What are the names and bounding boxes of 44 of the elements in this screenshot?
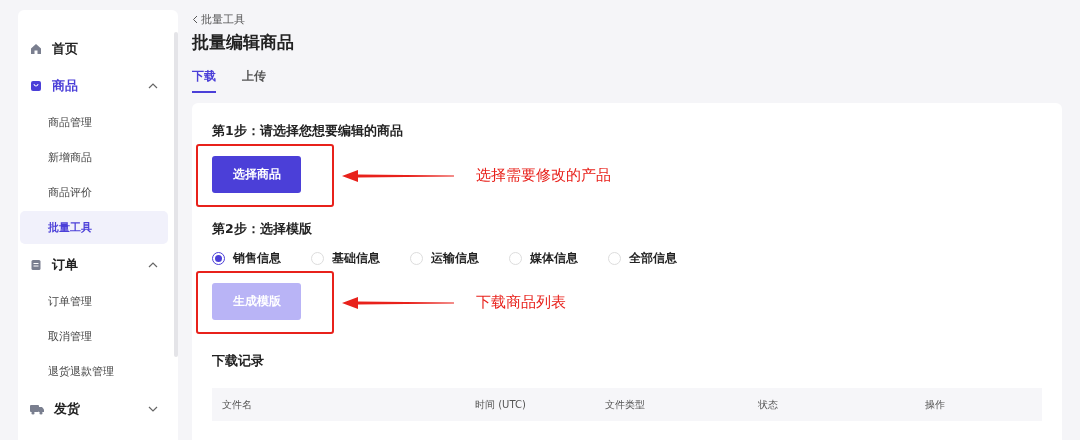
radio-option[interactable]: 基础信息 [311,250,380,267]
radio-option[interactable]: 运输信息 [410,250,479,267]
radio-label: 销售信息 [233,250,281,267]
column-header: 文件名 [221,397,253,412]
radio-option[interactable]: 销售信息 [212,250,281,267]
radio-option[interactable]: 全部信息 [608,250,677,267]
sidebar-item[interactable]: 商品 [18,67,178,104]
truck-icon [30,402,44,415]
tab[interactable]: 下载 [192,68,216,93]
arrow-icon [342,169,454,182]
sidebar-subitem[interactable]: 批量工具 [20,211,168,244]
breadcrumb-text[interactable]: 批量工具 [201,12,245,27]
column-header: 状态 [757,397,779,412]
annotation-text: 下载商品列表 [476,293,566,312]
back-chevron-icon [192,15,198,24]
arrow-icon [342,296,454,309]
column-header: 文件类型 [604,397,646,412]
sidebar-subitem[interactable]: 退货退款管理 [20,355,168,388]
section-title: 下载记录 [212,352,265,370]
bag-icon [30,79,42,92]
sidebar-subitem[interactable]: 商品评价 [20,176,168,209]
home-icon [30,42,42,55]
sidebar-item[interactable]: 订单 [18,246,178,283]
page-title: 批量编辑商品 [192,31,295,54]
radio-label: 基础信息 [332,250,380,267]
sidebar-item[interactable]: 首页 [18,30,178,67]
sidebar-subitem[interactable]: 取消管理 [20,320,168,353]
column-header: 操作 [924,397,946,412]
sidebar-subitem[interactable]: 新增商品 [20,141,168,174]
action-button[interactable]: 选择商品 [212,156,301,193]
tab[interactable]: 上传 [242,68,266,93]
sidebar-subitem[interactable]: 商品管理 [20,106,168,139]
sidebar-item[interactable]: 发货 [18,390,178,427]
step-label: 第1步：请选择您想要编辑的商品 [212,123,404,140]
document-icon [30,258,42,271]
radio-label: 媒体信息 [530,250,578,267]
radio-label: 全部信息 [629,250,677,267]
radio-option[interactable]: 媒体信息 [509,250,578,267]
step-label: 第2步：选择模版 [212,221,313,238]
column-header: 时间 (UTC) [474,397,527,412]
annotation-text: 选择需要修改的产品 [476,166,611,185]
radio-label: 运输信息 [431,250,479,267]
sidebar-subitem[interactable]: 订单管理 [20,285,168,318]
breadcrumb-link[interactable]: 批量工具 [192,12,245,27]
